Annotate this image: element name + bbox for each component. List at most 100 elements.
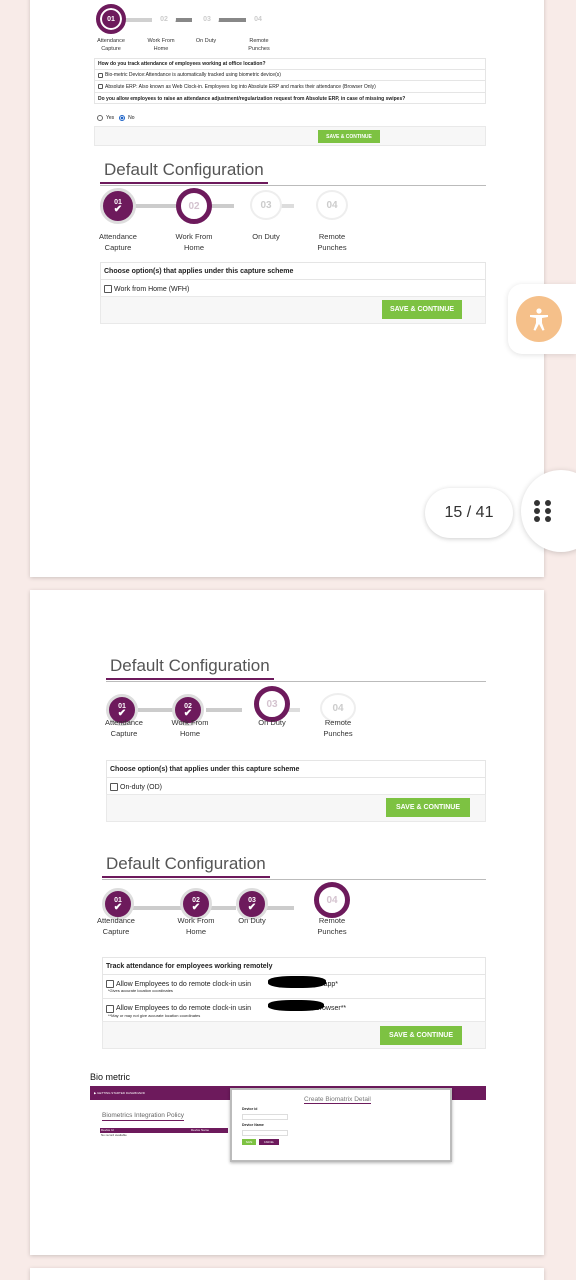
section-title: Default Configuration (102, 854, 270, 878)
step-3-circle[interactable]: 03 (254, 686, 290, 722)
step-3-label: On Duty (240, 232, 292, 243)
wfh-checkbox[interactable] (104, 285, 112, 293)
check-icon: ✔ (113, 203, 123, 215)
step-1-label: Attendance Capture (90, 38, 132, 53)
od-checkbox[interactable] (110, 783, 118, 791)
step-3-label: On Duty (226, 916, 278, 927)
save-continue-button[interactable]: SAVE & CONTINUE (386, 798, 470, 817)
step-3-circle[interactable]: 03 (195, 9, 219, 29)
biometric-option-label: Bio-metric Device:Attendance is automati… (105, 72, 281, 78)
dialog-save-button[interactable]: SAVE (242, 1139, 256, 1145)
redaction-mark (268, 1000, 324, 1011)
step-label-line: Attendance (105, 718, 143, 727)
document-page-3 (30, 1268, 544, 1280)
step-4-circle[interactable]: 04 (316, 190, 348, 220)
step-3-label: On Duty (185, 38, 227, 46)
step-connector (206, 708, 242, 712)
device-id-input[interactable] (242, 1114, 288, 1120)
biometric-title: Bio metric (90, 1072, 131, 1082)
radio-yes[interactable] (97, 115, 103, 121)
wizard-stepper-wfh: 01 ✔ 02 03 04 Attendance Capture Work Fr… (96, 188, 358, 264)
mobile-app-checkbox[interactable] (106, 980, 114, 988)
step-number: 02 (188, 200, 200, 212)
step-label-line: Attendance (97, 916, 135, 925)
erp-option-label: Absolute ERP: Also known as Web Clock-in… (105, 83, 376, 90)
step-1-circle[interactable]: 01 ✔ (100, 188, 136, 224)
step-label-line: Remote (249, 38, 269, 44)
web-browser-checkbox[interactable] (106, 1004, 114, 1013)
device-name-input[interactable] (242, 1130, 288, 1136)
title-divider (102, 879, 486, 880)
biometric-checkbox[interactable] (98, 72, 103, 78)
wfh-options-box: Choose option(s) that applies under this… (100, 262, 486, 298)
step-number: 03 (260, 199, 272, 211)
remote-options-box: Track attendance for employees working r… (102, 957, 486, 1023)
step-4-label: Remote Punches (306, 232, 358, 253)
step-number: 03 (203, 15, 211, 23)
mobile-option-note: *Gives accurate location coordinates (108, 988, 173, 993)
step-label-line: Home (183, 242, 204, 252)
mobile-option-label: Allow Employees to do remote clock-in us… (116, 980, 252, 988)
erp-option-row[interactable]: Absolute ERP: Also known as Web Clock-in… (95, 81, 485, 93)
erp-checkbox[interactable] (98, 84, 103, 89)
page-indicator-text: 15 / 41 (444, 504, 494, 521)
step-3-circle[interactable]: 03 (250, 190, 282, 220)
step-4-label: Remote Punches (238, 38, 280, 53)
col-header: Device Name (191, 1128, 210, 1132)
step-label-line: Capture (102, 926, 130, 936)
step-label-line: Punches (323, 728, 353, 738)
step-label-line: Attendance (97, 38, 125, 44)
step-label-line: Punches (317, 242, 347, 252)
redaction-mark (268, 976, 326, 988)
od-option-label: On-duty (OD) (120, 783, 163, 791)
step-2-circle[interactable]: 02 (152, 9, 176, 29)
radio-no-label: No (128, 115, 135, 121)
step-1-label: Attendance Capture (90, 916, 142, 937)
document-page-2: Default Configuration 01 ✔ 02 ✔ 03 04 At… (30, 590, 544, 1255)
attendance-question-box: How do you track attendance of employees… (94, 58, 486, 104)
step-4-label: Remote Punches (312, 718, 364, 739)
options-heading: Choose option(s) that applies under this… (107, 761, 485, 778)
step-4-label: Remote Punches (306, 916, 358, 937)
check-icon: ✔ (117, 707, 127, 719)
regularization-question: Do you allow employees to raise an atten… (98, 96, 406, 102)
radio-yes-label: Yes (106, 115, 115, 121)
save-continue-button[interactable]: SAVE & CONTINUE (380, 1026, 462, 1045)
options-heading: Track attendance for employees working r… (103, 958, 485, 975)
accessibility-button[interactable] (508, 284, 576, 354)
empty-row: No record available (101, 1133, 127, 1137)
device-table: Device Id Device Name No record availabl… (100, 1128, 228, 1137)
step-number: 02 (160, 15, 168, 23)
step-2-label: Work From Home (140, 38, 182, 53)
dialog-cancel-button[interactable]: CANCEL (259, 1139, 279, 1145)
check-icon: ✔ (113, 901, 123, 913)
title-divider (106, 681, 486, 682)
biometric-option-row[interactable]: Bio-metric Device:Attendance is automati… (95, 70, 485, 81)
save-bar (94, 126, 486, 146)
wizard-stepper-top: 01 02 03 04 Attendance Capture Work From… (90, 4, 290, 54)
step-connector (132, 906, 182, 910)
save-continue-button[interactable]: SAVE & CONTINUE (382, 300, 462, 319)
save-continue-button[interactable]: SAVE & CONTINUE (318, 130, 380, 143)
step-2-circle[interactable]: 02 (176, 188, 212, 224)
step-3-label: On Duty (246, 718, 298, 729)
create-biomatrix-dialog: Create Biomatrix Detail Device id Device… (230, 1088, 452, 1162)
header-bar-text: ▶ GETTING STARTED DASHBOARD (94, 1091, 145, 1095)
step-label-line: Capture (110, 728, 138, 738)
step-1-circle[interactable]: 01 (96, 4, 126, 34)
step-1-label: Attendance Capture (92, 232, 144, 253)
section-title: Default Configuration (106, 656, 274, 680)
step-label-line: Remote (318, 232, 346, 241)
step-label-line: Work From (171, 718, 209, 727)
biometric-policy-title: Biometrics Integration Policy (102, 1112, 185, 1121)
step-label-line: Remote (324, 718, 352, 727)
step-4-circle[interactable]: 04 (246, 9, 270, 29)
radio-no[interactable] (119, 115, 126, 121)
wfh-option-label: Work from Home (WFH) (114, 285, 190, 293)
step-4-circle[interactable]: 04 (314, 882, 350, 918)
step-2-label: Work From Home (170, 916, 222, 937)
step-2-label: Work From Home (168, 232, 220, 253)
step-1-label: Attendance Capture (98, 718, 150, 739)
step-label-line: Work From (147, 38, 175, 44)
step-label-line: On Duty (252, 232, 280, 241)
